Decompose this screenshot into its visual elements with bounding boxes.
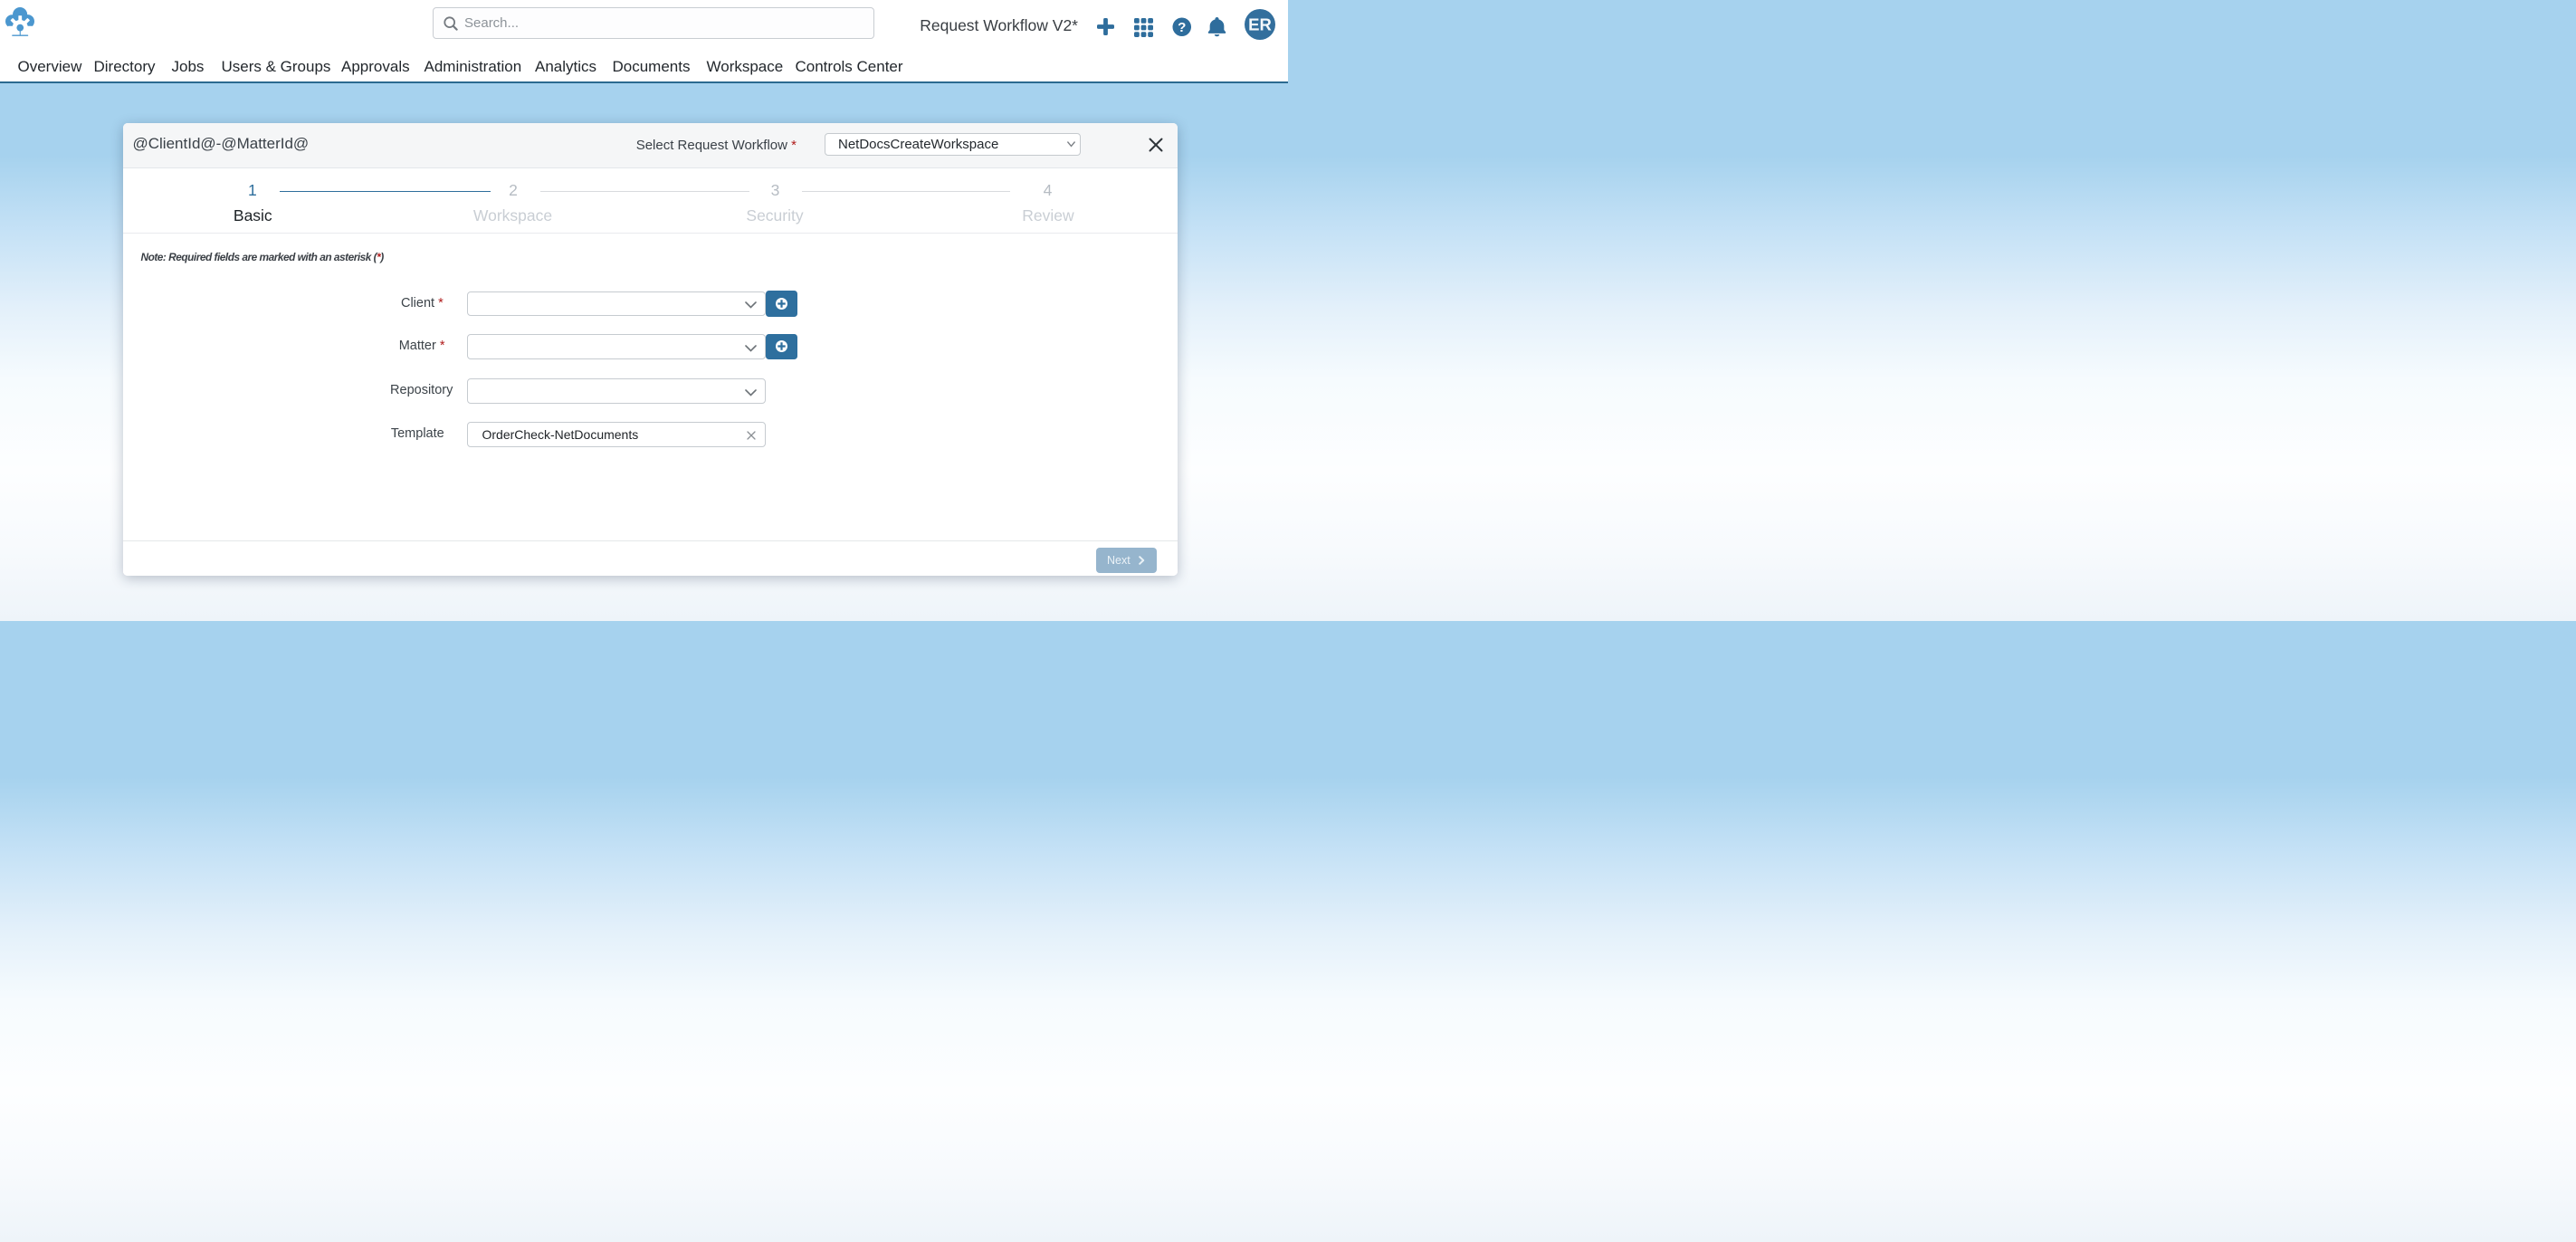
svg-text:?: ? (1178, 20, 1186, 35)
svg-text:ER: ER (1248, 14, 1272, 33)
